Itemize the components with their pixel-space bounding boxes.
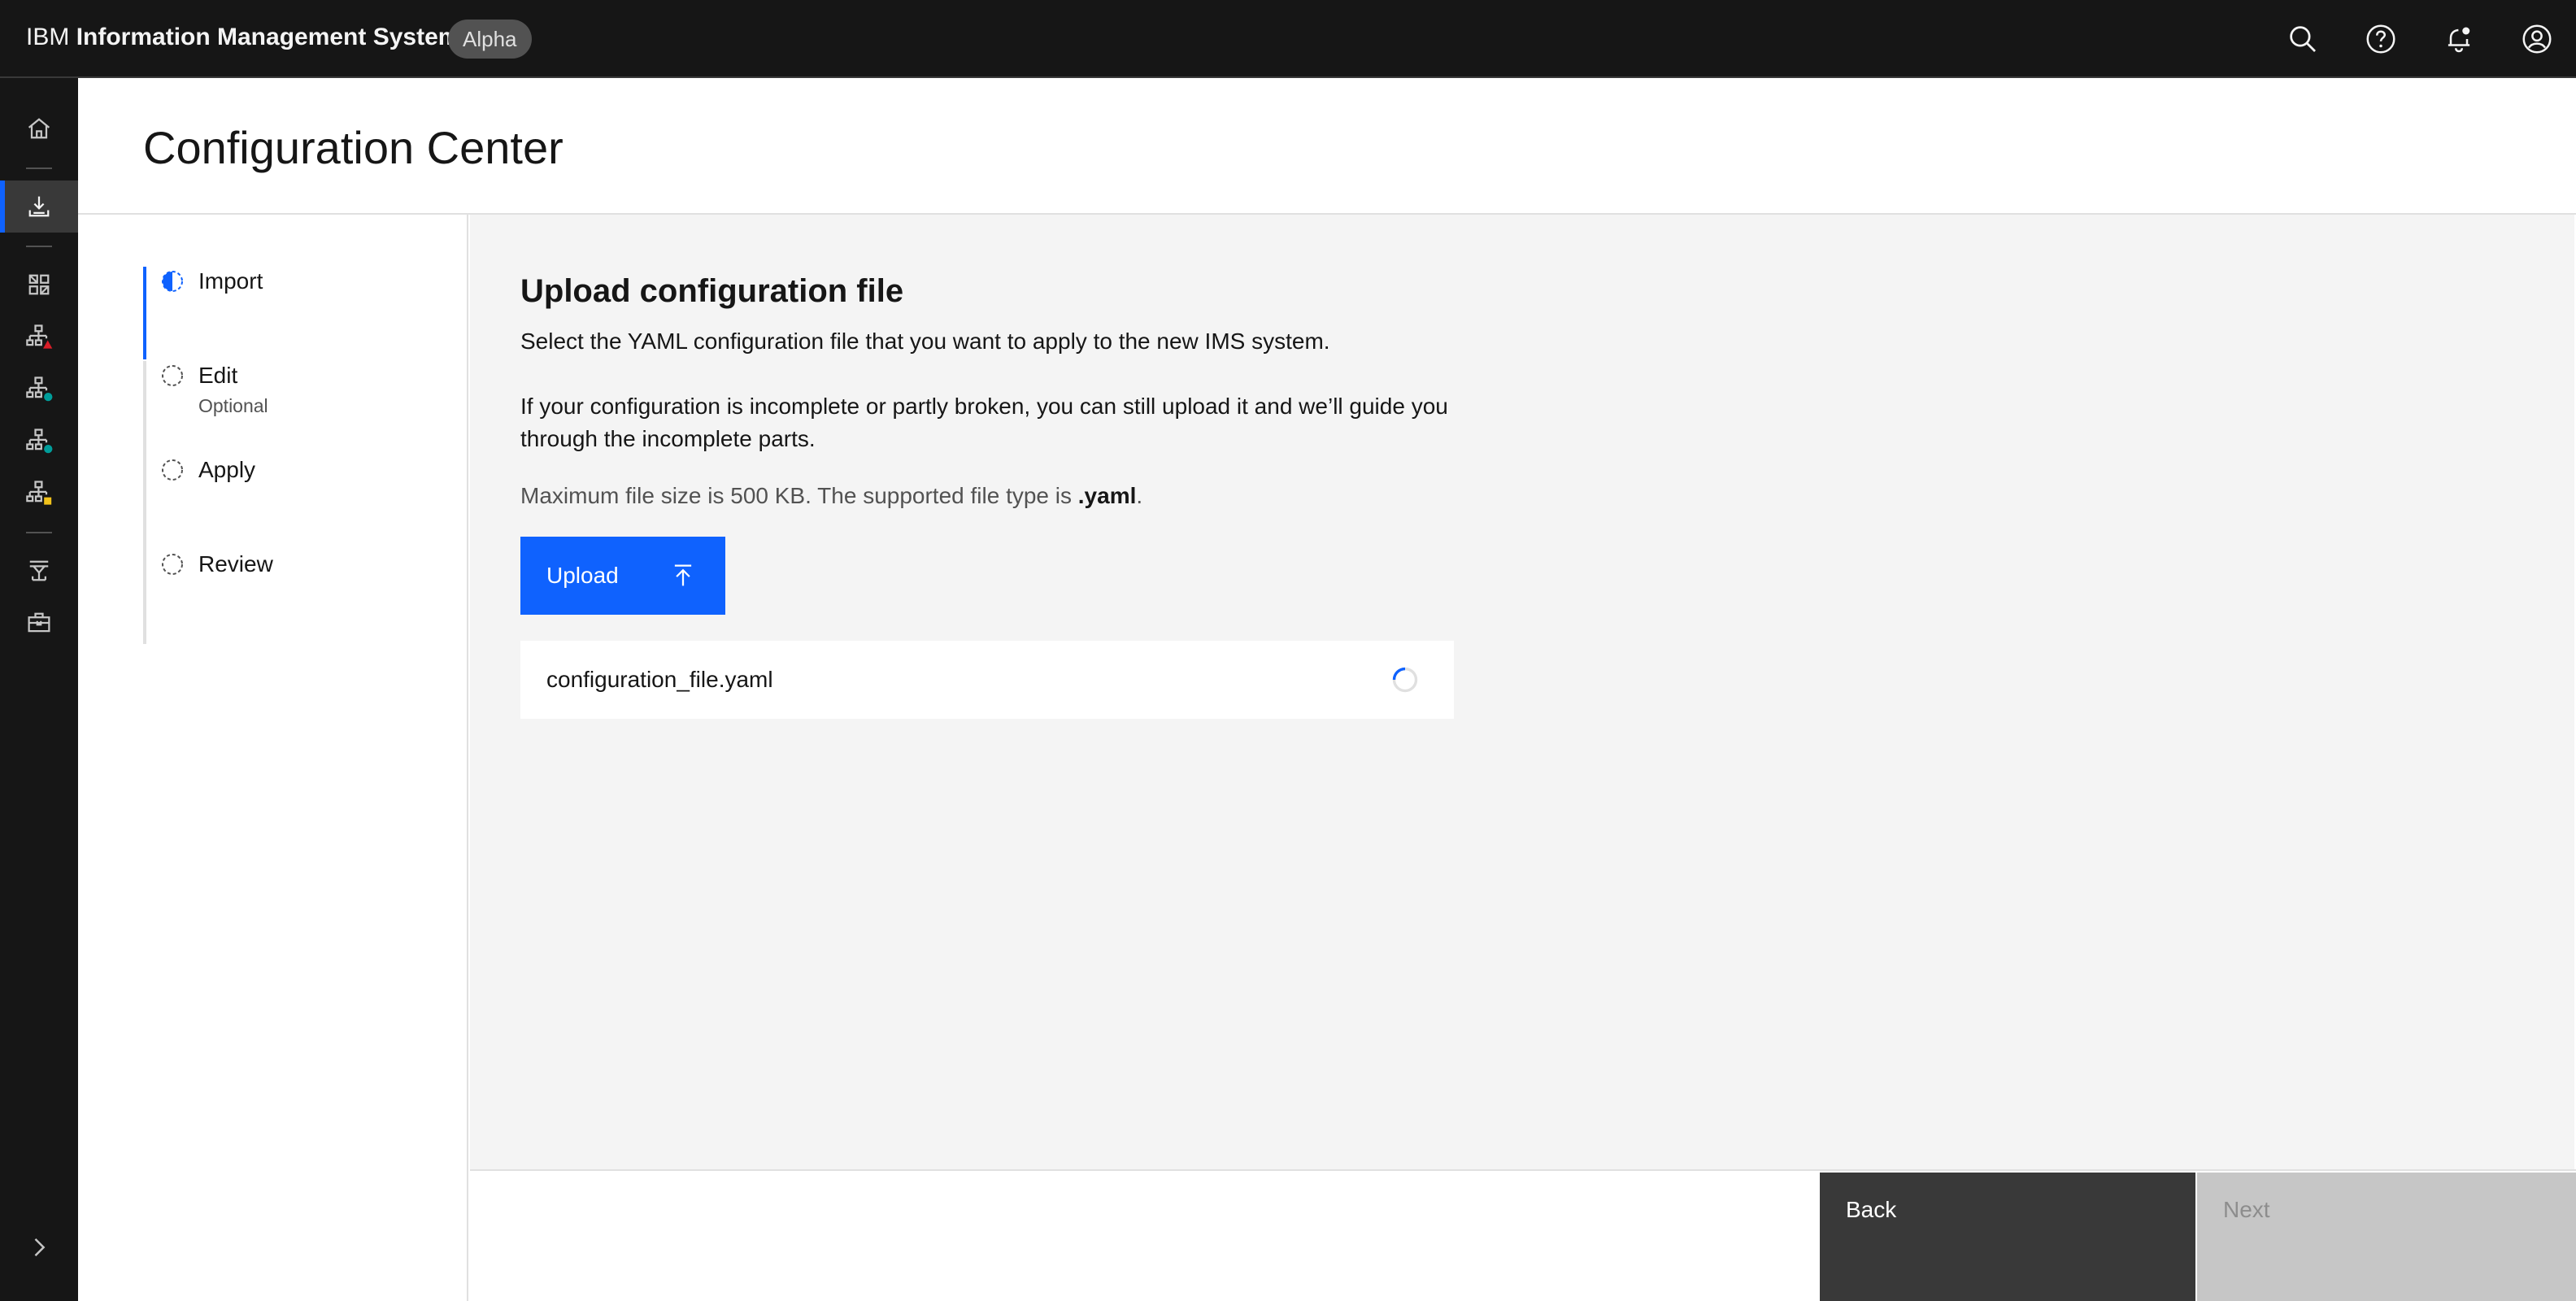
wizard-footer: Back Next	[470, 1169, 2576, 1301]
rail-item-topology-warning[interactable]	[0, 467, 78, 519]
step-label: Review	[198, 551, 273, 577]
search-icon	[2290, 26, 2316, 52]
rail-divider	[26, 532, 52, 533]
back-button-label: Back	[1846, 1197, 1897, 1222]
step-track-incomplete	[143, 361, 146, 644]
rail-item-deploy[interactable]	[0, 545, 78, 597]
user-avatar-icon	[2522, 24, 2552, 54]
step-incomplete-icon	[162, 459, 183, 481]
toolbox-icon	[28, 612, 50, 633]
step-incomplete-icon	[162, 365, 183, 386]
header-brand: IBM	[26, 24, 70, 50]
global-header: IBM Information Management System Alpha	[0, 0, 2576, 78]
rail-item-dashboard[interactable]	[0, 259, 78, 311]
upload-button-label: Upload	[546, 563, 619, 588]
step-current-icon	[162, 271, 183, 292]
limit-file-type: .yaml	[1077, 483, 1137, 508]
limit-text: Maximum file size is 500 KB. The support…	[520, 483, 1078, 508]
rail-divider	[26, 246, 52, 247]
notification-icon	[2448, 27, 2470, 53]
page-title: Configuration Center	[143, 122, 564, 173]
next-button[interactable]: Next	[2197, 1173, 2576, 1301]
upload-note: If your configuration is incomplete or p…	[520, 394, 1448, 451]
chevron-right-icon	[34, 1238, 46, 1257]
step-optional-label: Optional	[198, 395, 268, 416]
progress-indicator: Import Edit Optional Apply Review	[78, 215, 468, 1301]
topology-error-icon	[26, 324, 53, 349]
dashboard-icon	[28, 274, 50, 295]
help-button[interactable]	[2342, 0, 2420, 78]
import-icon	[28, 196, 50, 217]
rail-item-home[interactable]	[0, 102, 78, 154]
deploy-icon	[29, 560, 49, 581]
upload-panel: Upload configuration file Select the YAM…	[470, 215, 2574, 1169]
step-label: Edit	[198, 363, 238, 388]
limit-end: .	[1136, 483, 1143, 508]
step-track-current	[143, 267, 146, 359]
rail-item-topology-ok[interactable]	[0, 415, 78, 467]
header-product: Information Management System	[76, 24, 460, 50]
user-profile-button[interactable]	[2498, 0, 2576, 78]
alpha-tag: Alpha	[448, 20, 532, 59]
step-incomplete-icon	[162, 554, 183, 575]
step-label: Import	[198, 268, 263, 294]
upload-icon	[674, 564, 692, 586]
upload-button[interactable]: Upload	[520, 537, 725, 615]
topology-ok-icon	[26, 376, 53, 402]
rail-item-topology-ok[interactable]	[0, 363, 78, 415]
help-icon	[2366, 24, 2395, 54]
step-label: Apply	[198, 457, 256, 482]
topology-ok-icon	[26, 429, 53, 454]
loading-spinner-icon	[1392, 667, 1418, 693]
back-button[interactable]: Back	[1820, 1173, 2195, 1301]
rail-divider	[26, 168, 52, 169]
upload-title: Upload configuration file	[520, 273, 904, 309]
topology-warning-icon	[26, 481, 52, 505]
uploaded-file-item: configuration_file.yaml	[520, 641, 1454, 719]
upload-limit-text: Maximum file size is 500 KB. The support…	[520, 480, 1142, 512]
next-button-label: Next	[2223, 1197, 2270, 1222]
rail-item-import[interactable]	[0, 181, 78, 233]
notification-button[interactable]	[2420, 0, 2498, 78]
file-name: configuration_file.yaml	[546, 667, 773, 692]
rail-item-topology-error[interactable]	[0, 311, 78, 363]
side-rail	[0, 78, 78, 1301]
home-icon	[28, 118, 50, 139]
header-product-name[interactable]: IBM Information Management System	[26, 21, 459, 54]
search-button[interactable]	[2264, 0, 2342, 78]
rail-item-toolbox[interactable]	[0, 597, 78, 649]
rail-expand-button[interactable]	[0, 1221, 78, 1273]
upload-description: Select the YAML configuration file that …	[520, 329, 1330, 354]
